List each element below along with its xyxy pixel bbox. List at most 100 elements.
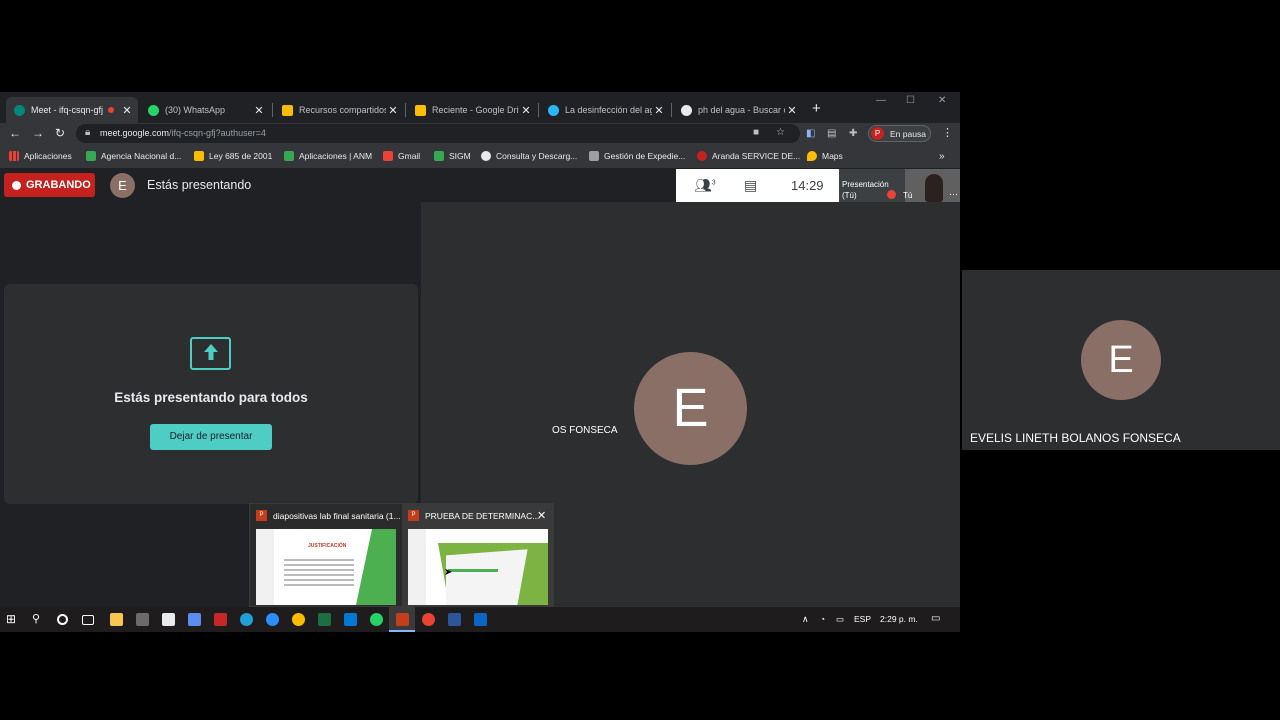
bookmark-ley[interactable]: Ley 685 de 2001 bbox=[194, 151, 272, 161]
tab-label: La desinfección del agu bbox=[565, 105, 652, 115]
self-view-tile[interactable]: Presentación (Tú) Tú ⋯ bbox=[839, 169, 960, 202]
search-icon[interactable]: ⚲ bbox=[32, 612, 45, 625]
chat-icon[interactable]: ▤ bbox=[744, 177, 757, 194]
tab-whatsapp[interactable]: (30) WhatsApp ✕ bbox=[140, 97, 270, 123]
bookmark-sigm[interactable]: SIGM bbox=[434, 151, 471, 161]
tab-google-search[interactable]: ph del agua - Buscar co ✕ bbox=[673, 97, 803, 123]
window-preview[interactable]: P PRUEBA DE DETERMINAC... ➤ bbox=[402, 504, 554, 608]
powerpoint-icon: P bbox=[408, 510, 419, 521]
slide-preview: ➤ bbox=[408, 529, 548, 605]
edge-icon[interactable] bbox=[240, 613, 253, 626]
task-view-icon[interactable] bbox=[82, 615, 94, 625]
windows-taskbar: ⊞ ⚲ ∧ ◔ ▭ ESP 2:29 p. m. ▭ bbox=[0, 607, 960, 632]
tab-separator bbox=[538, 103, 539, 117]
participant-name: EVELIS LINETH BOLANOS FONSECA bbox=[970, 431, 1181, 445]
extension-icon[interactable]: ◧ bbox=[806, 128, 815, 139]
close-icon[interactable]: ✕ bbox=[519, 104, 533, 117]
tab-recursos[interactable]: Recursos compartidos ✕ bbox=[274, 97, 404, 123]
notifications-icon[interactable]: ▭ bbox=[931, 613, 940, 624]
recording-label: GRABANDO bbox=[26, 179, 91, 191]
bookmark-anm[interactable]: Aplicaciones | ANM bbox=[284, 151, 372, 161]
antivirus-icon[interactable] bbox=[214, 613, 227, 626]
window-close-icon[interactable]: ✕ bbox=[938, 95, 946, 106]
bookmark-aranda[interactable]: Aranda SERVICE DE... bbox=[697, 151, 800, 161]
tab-separator bbox=[272, 103, 273, 117]
windows-start-icon[interactable]: ⊞ bbox=[6, 612, 19, 626]
forward-icon[interactable]: → bbox=[32, 126, 44, 140]
bookmark-gestion[interactable]: Gestión de Expedie... bbox=[589, 151, 685, 161]
tab-drive[interactable]: Reciente - Google Drive ✕ bbox=[407, 97, 537, 123]
language-indicator[interactable]: ESP bbox=[854, 614, 871, 624]
app-icon[interactable] bbox=[188, 613, 201, 626]
whatsapp-icon[interactable] bbox=[370, 613, 383, 626]
people-icon[interactable]: 👥︎3 bbox=[694, 177, 716, 194]
more-options-icon[interactable]: ⋯ bbox=[949, 189, 958, 200]
tab-meet[interactable]: Meet - ifq-csqn-gfj ✕ bbox=[6, 97, 138, 123]
word-icon[interactable] bbox=[448, 613, 461, 626]
close-icon[interactable]: ✕ bbox=[785, 104, 799, 117]
bookmark-agencia[interactable]: Agencia Nacional d... bbox=[86, 151, 181, 161]
tab-desinfeccion[interactable]: La desinfección del agu ✕ bbox=[540, 97, 670, 123]
recording-badge: GRABANDO bbox=[4, 173, 95, 197]
reload-icon[interactable]: ↻ bbox=[55, 126, 65, 140]
powerpoint-icon bbox=[396, 613, 409, 626]
wifi-icon[interactable]: ◔ bbox=[820, 614, 825, 624]
bookmark-consulta[interactable]: Consulta y Descarg... bbox=[481, 151, 577, 161]
preview-header: P PRUEBA DE DETERMINAC... bbox=[408, 510, 539, 521]
zoom-icon[interactable] bbox=[266, 613, 279, 626]
aranda-icon bbox=[697, 151, 707, 161]
whatsapp-icon bbox=[148, 104, 159, 116]
bookmark-label: Gestión de Expedie... bbox=[604, 151, 686, 161]
taskbar-item-powerpoint[interactable] bbox=[389, 607, 415, 632]
app-icon[interactable] bbox=[136, 613, 149, 626]
tray-chevron-icon[interactable]: ∧ bbox=[802, 614, 809, 625]
profile-button[interactable]: P En pausa bbox=[868, 125, 931, 142]
drive-icon bbox=[415, 104, 426, 116]
drive-icon bbox=[86, 151, 96, 161]
taskbar-clock[interactable]: 2:29 p. m. bbox=[880, 614, 918, 624]
drive-icon bbox=[434, 151, 444, 161]
chrome-icon[interactable] bbox=[292, 613, 305, 626]
presenting-label: Estás presentando bbox=[147, 178, 252, 192]
apps-grid-icon bbox=[9, 151, 19, 161]
bookmark-label: SIGM bbox=[449, 151, 471, 161]
close-icon[interactable]: ✕ bbox=[120, 104, 134, 117]
close-icon[interactable]: ✕ bbox=[386, 104, 400, 117]
menu-icon[interactable]: ⋮ bbox=[942, 126, 953, 139]
network-icon[interactable]: ▭ bbox=[836, 614, 844, 625]
stop-presenting-button[interactable]: Dejar de presentar bbox=[150, 424, 272, 450]
cortana-icon[interactable] bbox=[57, 614, 68, 625]
excel-icon[interactable] bbox=[318, 613, 331, 626]
bookmark-maps[interactable]: Maps bbox=[807, 151, 843, 161]
google-icon bbox=[681, 104, 692, 116]
new-tab-button[interactable]: + bbox=[812, 100, 821, 117]
mail-icon[interactable] bbox=[344, 613, 357, 626]
participants-count: 3 bbox=[711, 179, 716, 187]
self-you-label: Tú bbox=[903, 191, 913, 200]
address-bar[interactable]: 🔒︎ meet.google.com/ifq-csqn-gfj?authuser… bbox=[76, 124, 800, 143]
bookmark-aplicaciones[interactable]: Aplicaciones bbox=[9, 151, 72, 161]
tab-separator bbox=[671, 103, 672, 117]
close-icon[interactable]: ✕ bbox=[252, 104, 266, 117]
app-icon[interactable] bbox=[474, 613, 487, 626]
maximize-icon[interactable]: ☐ bbox=[906, 95, 915, 106]
avatar: E bbox=[110, 173, 135, 198]
more-bookmarks-icon[interactable]: » bbox=[939, 151, 945, 162]
puzzle-icon[interactable]: ✚ bbox=[849, 128, 857, 139]
back-icon[interactable]: ← bbox=[9, 126, 21, 140]
bookmarks-bar: Aplicaciones Agencia Nacional d... Ley 6… bbox=[0, 145, 960, 169]
globe-icon bbox=[548, 104, 559, 116]
minimize-icon[interactable]: — bbox=[876, 95, 886, 106]
close-icon[interactable]: ✕ bbox=[537, 509, 546, 522]
bookmark-label: Aplicaciones bbox=[24, 151, 72, 161]
file-explorer-icon[interactable] bbox=[110, 613, 123, 626]
globe-icon bbox=[481, 151, 491, 161]
chrome-icon[interactable] bbox=[422, 613, 435, 626]
star-icon[interactable]: ☆ bbox=[776, 127, 785, 138]
bookmark-gmail[interactable]: Gmail bbox=[383, 151, 420, 161]
extension-icon[interactable]: ▤ bbox=[827, 128, 836, 139]
close-icon[interactable]: ✕ bbox=[652, 104, 666, 117]
store-icon[interactable] bbox=[162, 613, 175, 626]
camera-icon[interactable]: ■ bbox=[753, 127, 759, 138]
window-preview[interactable]: Pdiapositivas lab final sanitaria (1... … bbox=[250, 504, 402, 608]
